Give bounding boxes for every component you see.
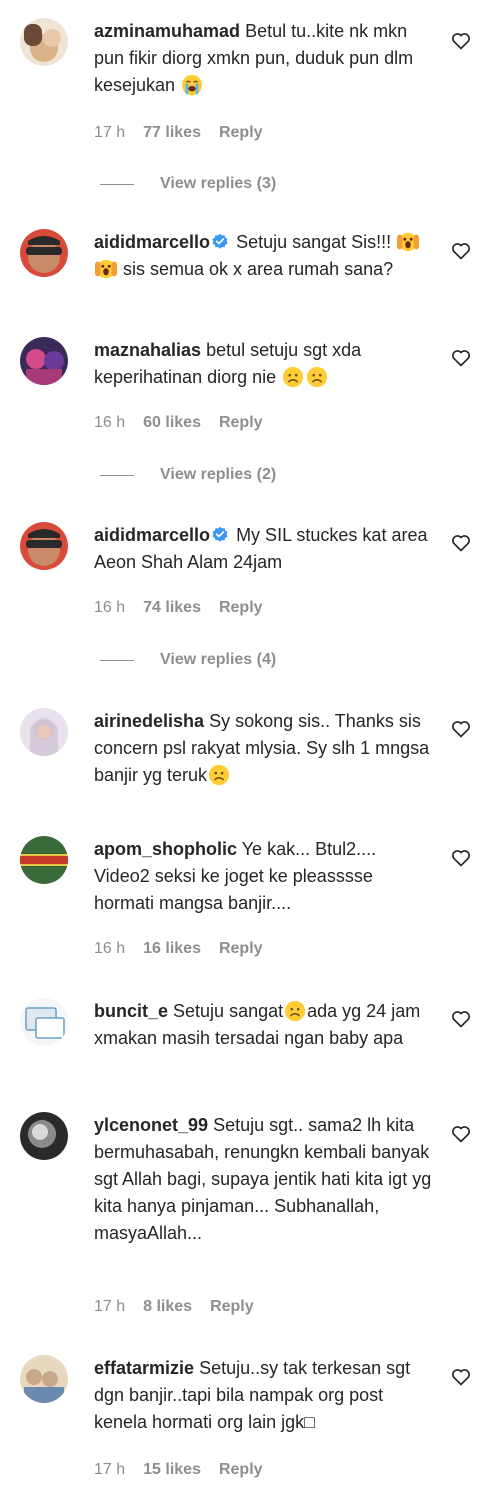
comment-meta: 17 h 77 likes Reply (94, 124, 263, 142)
like-heart-icon[interactable] (451, 1124, 471, 1144)
username[interactable]: maznahalias (94, 340, 201, 360)
timestamp[interactable]: 16 h (94, 414, 125, 432)
like-heart-icon[interactable] (451, 719, 471, 739)
view-replies-button[interactable]: View replies (2) (100, 466, 276, 484)
comment-text: aididmarcello Setuju sangat Sis!!! sis s… (94, 229, 434, 283)
reply-button[interactable]: Reply (210, 1298, 254, 1316)
like-heart-icon[interactable] (451, 31, 471, 51)
comment-meta: 17 h 8 likes Reply (94, 1298, 254, 1316)
comment-text: buncit_e Setuju sangat ada yg 24 jam xmak… (94, 998, 434, 1052)
avatar[interactable] (20, 998, 68, 1046)
comment-text: ylcenonet_99 Setuju sgt.. sama2 lh kita … (94, 1112, 434, 1247)
view-replies-label: View replies (4) (160, 651, 277, 668)
username[interactable]: azminamuhamad (94, 21, 240, 41)
username[interactable]: buncit_e (94, 1001, 168, 1021)
avatar[interactable] (20, 708, 68, 756)
divider-line (100, 183, 134, 185)
likes-count[interactable]: 15 likes (143, 1461, 201, 1479)
sad-face-emoji-icon (285, 1000, 306, 1022)
comment-text: effatarmizie Setuju..sy tak terkesan sgt… (94, 1355, 434, 1436)
reply-button[interactable]: Reply (219, 599, 263, 617)
like-heart-icon[interactable] (451, 533, 471, 553)
verified-badge-icon (212, 233, 228, 249)
username[interactable]: aididmarcello (94, 232, 210, 252)
username[interactable]: airinedelisha (94, 711, 204, 731)
timestamp[interactable]: 17 h (94, 124, 125, 142)
view-replies-label: View replies (2) (160, 466, 277, 483)
likes-count[interactable]: 77 likes (143, 124, 201, 142)
view-replies-button[interactable]: View replies (4) (100, 651, 276, 669)
view-replies-label: View replies (3) (160, 175, 277, 192)
avatar[interactable] (20, 1355, 68, 1403)
like-heart-icon[interactable] (451, 241, 471, 261)
avatar[interactable] (20, 1112, 68, 1160)
sad-face-emoji-icon (283, 366, 304, 388)
hands-on-cheeks-emoji-icon (397, 232, 420, 252)
timestamp[interactable]: 16 h (94, 599, 125, 617)
comment-meta: 16 h 60 likes Reply (94, 414, 263, 432)
comment-meta: 17 h 15 likes Reply (94, 1461, 263, 1479)
username[interactable]: ylcenonet_99 (94, 1115, 208, 1135)
comment-text: maznahalias betul setuju sgt xda keperih… (94, 337, 434, 391)
username[interactable]: aididmarcello (94, 525, 210, 545)
avatar[interactable] (20, 229, 68, 277)
likes-count[interactable]: 60 likes (143, 414, 201, 432)
likes-count[interactable]: 74 likes (143, 599, 201, 617)
view-replies-button[interactable]: View replies (3) (100, 175, 276, 193)
like-heart-icon[interactable] (451, 348, 471, 368)
sad-face-emoji-icon (208, 764, 230, 786)
comment-body-continued: sis semua ok x area rumah sana? (123, 259, 394, 279)
loudly-crying-emoji-icon (181, 74, 203, 96)
timestamp[interactable]: 17 h (94, 1298, 125, 1316)
username[interactable]: apom_shopholic (94, 839, 237, 859)
comments-list: azminamuhamad Betul tu..kite nk mkn pun … (0, 0, 485, 1490)
timestamp[interactable]: 16 h (94, 940, 125, 958)
like-heart-icon[interactable] (451, 848, 471, 868)
hands-on-cheeks-emoji-icon (95, 259, 117, 279)
comment-text: azminamuhamad Betul tu..kite nk mkn pun … (94, 18, 434, 99)
comment-body: Setuju sangat Sis!!! (236, 232, 392, 252)
comment-meta: 16 h 16 likes Reply (94, 940, 263, 958)
comment-meta: 16 h 74 likes Reply (94, 599, 263, 617)
comment-text: aididmarcello My SIL stuckes kat area Ae… (94, 522, 434, 576)
reply-button[interactable]: Reply (219, 124, 263, 142)
likes-count[interactable]: 16 likes (143, 940, 201, 958)
sad-face-emoji-icon (307, 366, 328, 388)
likes-count[interactable]: 8 likes (143, 1298, 192, 1316)
avatar[interactable] (20, 337, 68, 385)
avatar[interactable] (20, 18, 68, 66)
comment-text: airinedelisha Sy sokong sis.. Thanks sis… (94, 708, 434, 789)
comment-text: apom_shopholic Ye kak... Btul2.... Video… (94, 836, 434, 917)
divider-line (100, 474, 134, 476)
username[interactable]: effatarmizie (94, 1358, 194, 1378)
like-heart-icon[interactable] (451, 1367, 471, 1387)
avatar[interactable] (20, 836, 68, 884)
timestamp[interactable]: 17 h (94, 1461, 125, 1479)
like-heart-icon[interactable] (451, 1009, 471, 1029)
divider-line (100, 659, 134, 661)
reply-button[interactable]: Reply (219, 414, 263, 432)
verified-badge-icon (212, 526, 228, 542)
comment-body: Setuju sangat (173, 1001, 284, 1021)
avatar[interactable] (20, 522, 68, 570)
reply-button[interactable]: Reply (219, 940, 263, 958)
reply-button[interactable]: Reply (219, 1461, 263, 1479)
